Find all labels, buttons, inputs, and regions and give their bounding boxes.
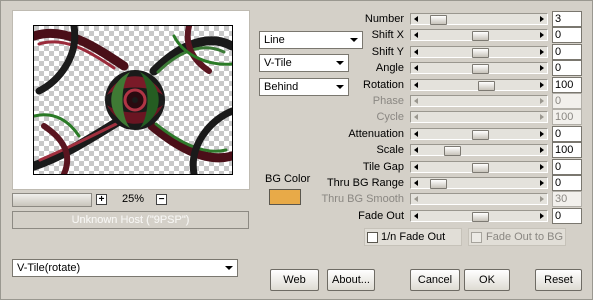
thru-bg-range-value-field[interactable]: 0 [552, 175, 582, 191]
cancel-button[interactable]: Cancel [410, 269, 460, 291]
fade-inv-label: 1/n Fade Out [381, 231, 446, 243]
scale-label: Scale [376, 144, 404, 156]
arrow-right-icon[interactable] [540, 49, 544, 55]
cycle-slider[interactable] [410, 111, 548, 123]
phase-label: Phase [372, 95, 404, 107]
number-slider[interactable] [410, 13, 548, 25]
number-slider-thumb[interactable] [430, 15, 447, 25]
rotation-slider[interactable] [410, 79, 548, 91]
arrow-right-icon[interactable] [540, 180, 544, 186]
thru-bg-range-slider[interactable] [410, 177, 548, 189]
arrow-left-icon[interactable] [414, 49, 418, 55]
phase-slider[interactable] [410, 95, 548, 107]
arrow-right-icon[interactable] [540, 65, 544, 71]
scale-slider[interactable] [410, 144, 548, 156]
arrow-right-icon[interactable] [540, 164, 544, 170]
fade-bg-checkbox[interactable] [471, 232, 482, 243]
angle-label: Angle [375, 62, 404, 74]
arrow-left-icon[interactable] [414, 213, 418, 219]
arrow-right-icon[interactable] [540, 213, 544, 219]
thru-bg-range-label: Thru BG Range [326, 177, 404, 189]
web-button[interactable]: Web [270, 269, 319, 291]
attenuation-slider-thumb[interactable] [472, 130, 489, 140]
number-label: Number [364, 13, 404, 25]
preview-image [34, 26, 232, 174]
rotation-label: Rotation [363, 79, 404, 91]
arrow-left-icon[interactable] [414, 164, 418, 170]
layer-dropdown-value: Behind [264, 81, 299, 93]
shift-y-slider-thumb[interactable] [472, 48, 489, 58]
cycle-value-field[interactable]: 100 [552, 109, 582, 125]
bg-color-swatch[interactable] [269, 189, 301, 205]
angle-slider[interactable] [410, 62, 548, 74]
preset-dropdown-value: V-Tile(rotate) [17, 262, 81, 274]
scale-value-field[interactable]: 100 [552, 142, 582, 158]
fade-bg-label: Fade Out to BG [486, 231, 564, 243]
phase-value-field[interactable]: 0 [552, 93, 582, 109]
arrow-right-icon[interactable] [540, 196, 544, 202]
mode-dropdown-value: Line [264, 34, 285, 46]
arrow-left-icon[interactable] [414, 196, 418, 202]
fade-out-slider[interactable] [410, 210, 548, 222]
zoom-out-button[interactable]: − [156, 194, 167, 205]
shift-x-label: Shift X [371, 29, 404, 41]
attenuation-label: Attenuation [348, 128, 404, 140]
arrow-left-icon[interactable] [414, 65, 418, 71]
chevron-down-icon [225, 266, 233, 270]
preview-canvas[interactable] [33, 25, 233, 175]
thru-bg-range-slider-thumb[interactable] [430, 179, 447, 189]
fade-out-label: Fade Out [358, 210, 404, 222]
thru-bg-smooth-slider[interactable] [410, 193, 548, 205]
shift-x-value-field[interactable]: 0 [552, 27, 582, 43]
host-status: Unknown Host ("9PSP") [12, 211, 249, 229]
arrow-right-icon[interactable] [540, 147, 544, 153]
rotation-value-field[interactable]: 100 [552, 77, 582, 93]
arrow-left-icon[interactable] [414, 32, 418, 38]
fade-inv-checkbox[interactable] [367, 232, 378, 243]
attenuation-value-field[interactable]: 0 [552, 126, 582, 142]
arrow-left-icon[interactable] [414, 82, 418, 88]
tile-gap-label: Tile Gap [362, 161, 404, 173]
about-button[interactable]: About... [327, 269, 375, 291]
arrow-right-icon[interactable] [540, 82, 544, 88]
fade-out-value-field[interactable]: 0 [552, 208, 582, 224]
preset-dropdown[interactable]: V-Tile(rotate) [12, 259, 238, 277]
angle-value-field[interactable]: 0 [552, 60, 582, 76]
tile-gap-slider[interactable] [410, 161, 548, 173]
ok-button[interactable]: OK [464, 269, 510, 291]
arrow-left-icon[interactable] [414, 147, 418, 153]
arrow-left-icon[interactable] [414, 98, 418, 104]
cycle-label: Cycle [376, 111, 404, 123]
shift-x-slider-thumb[interactable] [472, 31, 489, 41]
arrow-left-icon[interactable] [414, 16, 418, 22]
reset-button[interactable]: Reset [535, 269, 582, 291]
scale-slider-thumb[interactable] [444, 146, 461, 156]
preview-scrollbar[interactable] [12, 193, 92, 207]
tile-gap-value-field[interactable]: 0 [552, 159, 582, 175]
zoom-level: 25% [122, 193, 145, 205]
shift-y-value-field[interactable]: 0 [552, 44, 582, 60]
arrow-right-icon[interactable] [540, 16, 544, 22]
thru-bg-smooth-value-field[interactable]: 30 [552, 191, 582, 207]
thru-bg-smooth-label: Thru BG Smooth [321, 193, 404, 205]
angle-slider-thumb[interactable] [472, 64, 489, 74]
shift-y-label: Shift Y [371, 46, 404, 58]
arrow-left-icon[interactable] [414, 180, 418, 186]
arrow-right-icon[interactable] [540, 114, 544, 120]
zoom-in-button[interactable]: + [96, 194, 107, 205]
arrow-right-icon[interactable] [540, 32, 544, 38]
arrow-right-icon[interactable] [540, 131, 544, 137]
arrow-left-icon[interactable] [414, 114, 418, 120]
shift-x-slider[interactable] [410, 29, 548, 41]
arrow-left-icon[interactable] [414, 131, 418, 137]
shift-y-slider[interactable] [410, 46, 548, 58]
rotation-slider-thumb[interactable] [478, 81, 495, 91]
arrow-right-icon[interactable] [540, 98, 544, 104]
tile-gap-slider-thumb[interactable] [472, 163, 489, 173]
number-value-field[interactable]: 3 [552, 11, 582, 27]
tile-dropdown-value: V-Tile [264, 57, 292, 69]
fade-out-slider-thumb[interactable] [472, 212, 489, 222]
attenuation-slider[interactable] [410, 128, 548, 140]
